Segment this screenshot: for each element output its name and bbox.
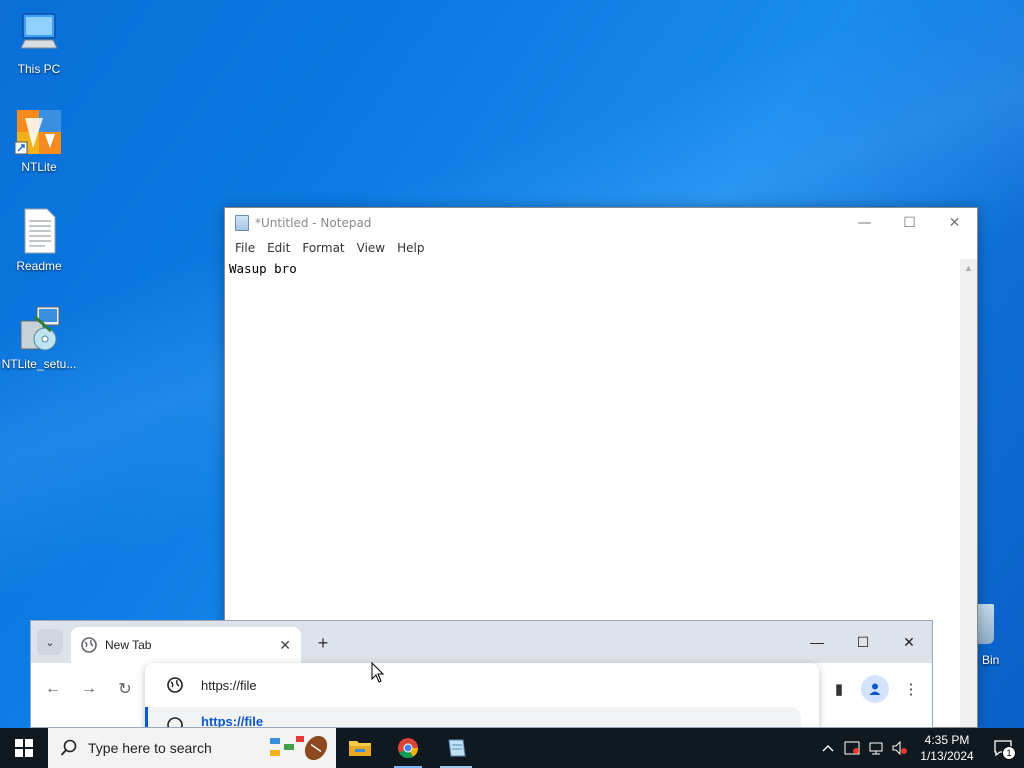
start-button[interactable] [0, 728, 48, 768]
menu-view[interactable]: View [351, 241, 391, 255]
file-explorer-icon [349, 741, 371, 756]
omnibox-suggestion[interactable]: https://file [145, 707, 801, 728]
toolbar: ← → ↻ https://file https://file ▮ ⋮ [31, 663, 932, 728]
chrome-icon [398, 738, 419, 759]
windows-logo-icon [15, 739, 33, 757]
tab-search-button[interactable]: ⌄ [37, 629, 63, 655]
tab-strip: ⌄ New Tab ✕ + — ☐ ✕ [31, 621, 932, 663]
forward-arrow-icon[interactable]: → [75, 675, 103, 703]
action-center-button[interactable]: 1 [982, 728, 1024, 768]
mouse-cursor-icon [371, 662, 385, 683]
security-icon[interactable] [840, 728, 864, 768]
volume-muted-icon[interactable] [888, 728, 912, 768]
close-button[interactable]: ✕ [932, 208, 977, 238]
notepad-titlebar[interactable]: *Untitled - Notepad — ☐ ✕ [225, 208, 977, 238]
menu-format[interactable]: Format [296, 241, 350, 255]
tab-title: New Tab [105, 638, 152, 652]
chevron-up-icon[interactable] [816, 728, 840, 768]
taskbar-notepad[interactable] [432, 728, 480, 768]
search-highlight-icon [270, 735, 328, 761]
scroll-up-icon[interactable]: ▲ [960, 259, 977, 276]
omnibox-input[interactable]: https://file [145, 663, 819, 707]
system-tray: 4:35 PM 1/13/2024 1 [816, 728, 1024, 768]
minimize-button[interactable]: — [794, 627, 840, 657]
tab-close-button[interactable]: ✕ [279, 637, 291, 654]
desktop-icon-this-pc[interactable]: This PC [1, 10, 77, 76]
desktop-icon-label: This PC [17, 62, 61, 76]
chrome-window[interactable]: ⌄ New Tab ✕ + — ☐ ✕ ← → ↻ https://file h… [30, 620, 933, 728]
clock[interactable]: 4:35 PM 1/13/2024 [912, 732, 982, 764]
kebab-menu-icon[interactable]: ⋮ [897, 675, 925, 703]
close-button[interactable]: ✕ [886, 627, 932, 657]
omnibox-text: https://file [201, 677, 257, 693]
taskbar: Type here to search 4:35 PM 1/13/2024 1 [0, 728, 1024, 768]
menu-file[interactable]: File [229, 241, 261, 255]
globe-icon [167, 717, 183, 727]
desktop-icon-readme[interactable]: Readme [1, 207, 77, 273]
maximize-button[interactable]: ☐ [840, 627, 886, 657]
maximize-button[interactable]: ☐ [887, 208, 932, 238]
desktop-icon-ntlite[interactable]: NTLite [1, 108, 77, 174]
window-title: *Untitled - Notepad [255, 216, 372, 230]
menu-help[interactable]: Help [391, 241, 430, 255]
taskbar-search[interactable]: Type here to search [48, 728, 336, 768]
taskbar-file-explorer[interactable] [336, 728, 384, 768]
suggestion-text: https://file [201, 714, 264, 728]
desktop-icon-label: Readme [16, 259, 62, 273]
globe-icon [167, 677, 183, 693]
network-icon[interactable] [864, 728, 888, 768]
computer-icon [15, 10, 63, 58]
ntlite-app-icon [14, 108, 63, 156]
side-panel-icon[interactable]: ▮ [825, 675, 853, 703]
desktop-icon-label: NTLite_setu... [1, 357, 77, 371]
globe-icon [81, 637, 97, 653]
omnibox-dropdown: https://file https://file [145, 663, 819, 728]
notepad-icon [448, 739, 466, 757]
clock-date: 1/13/2024 [920, 749, 974, 763]
clock-time: 4:35 PM [924, 733, 970, 747]
reload-icon[interactable]: ↻ [111, 675, 139, 703]
minimize-button[interactable]: — [842, 208, 887, 238]
text-document-icon [15, 207, 63, 255]
search-placeholder: Type here to search [88, 740, 212, 756]
notification-badge: 1 [1002, 746, 1016, 760]
menu-edit[interactable]: Edit [261, 241, 296, 255]
chevron-down-icon: ⌄ [45, 636, 55, 649]
notepad-icon [235, 215, 249, 231]
menu-bar: File Edit Format View Help [225, 238, 977, 258]
desktop-icon-ntlite-setup[interactable]: NTLite_setu... [1, 305, 77, 371]
taskbar-chrome[interactable] [384, 728, 432, 768]
vertical-scrollbar[interactable]: ▲ [960, 259, 977, 727]
new-tab-button[interactable]: + [311, 631, 335, 655]
desktop-icon-label: NTLite [21, 160, 57, 174]
installer-icon [15, 305, 63, 353]
tab-new-tab[interactable]: New Tab ✕ [71, 627, 301, 663]
back-arrow-icon[interactable]: ← [39, 675, 67, 703]
profile-avatar-icon[interactable] [861, 675, 889, 703]
search-icon [60, 739, 77, 756]
